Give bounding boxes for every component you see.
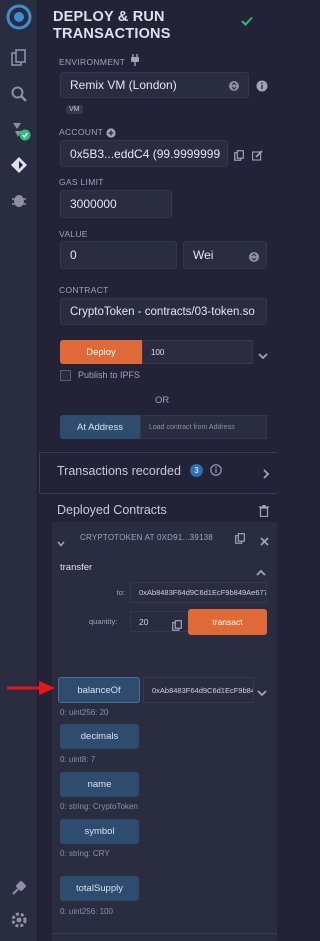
- divider: [39, 452, 277, 453]
- chevron-down-icon[interactable]: [57, 534, 65, 552]
- to-param-input[interactable]: 0xAb8483F64d9C6d1EcF9b849Ae677dD3315835c…: [130, 582, 267, 603]
- deploy-run-panel: DEPLOY & RUN TRANSACTIONS ENVIRONMENT Re…: [39, 0, 277, 941]
- deploy-args-input[interactable]: 100: [142, 340, 253, 364]
- copy-address-icon[interactable]: [235, 531, 245, 549]
- load-contract-address-input[interactable]: Load contract from Address: [140, 415, 267, 439]
- decimals-button[interactable]: decimals: [60, 724, 139, 749]
- file-explorer-icon[interactable]: [7, 46, 31, 70]
- deploy-run-icon[interactable]: [7, 153, 31, 177]
- account-label: ACCOUNT: [59, 127, 104, 137]
- environment-select[interactable]: Remix VM (London): [60, 72, 249, 98]
- deploy-button[interactable]: Deploy: [60, 340, 142, 364]
- plugin-manager-icon[interactable]: [7, 876, 31, 900]
- environment-label: ENVIRONMENT: [59, 57, 126, 67]
- contract-label: CONTRACT: [59, 285, 109, 295]
- transactions-count-badge: 3: [190, 464, 203, 477]
- info-circle-icon[interactable]: [210, 463, 222, 481]
- trash-icon[interactable]: [259, 504, 269, 522]
- at-address-button[interactable]: At Address: [60, 415, 140, 439]
- chevron-up-icon[interactable]: [256, 563, 266, 581]
- check-icon: [241, 13, 253, 31]
- name-output: 0: string: CryptoToken: [60, 802, 138, 811]
- settings-gear-icon[interactable]: [7, 908, 31, 932]
- icon-sidebar: [0, 0, 38, 941]
- gas-limit-input[interactable]: 3000000: [60, 190, 172, 218]
- balanceof-output: 0: uint256: 20: [60, 708, 109, 717]
- value-amount-input[interactable]: 0: [60, 241, 177, 269]
- symbol-button[interactable]: symbol: [60, 819, 139, 844]
- publish-ipfs-checkbox[interactable]: [60, 370, 71, 381]
- remix-logo-icon[interactable]: [5, 3, 33, 31]
- select-arrows-icon: [249, 250, 259, 268]
- decimals-output: 0: uint8: 7: [60, 755, 96, 764]
- copy-icon[interactable]: [234, 148, 244, 166]
- vm-badge: VM: [66, 105, 83, 114]
- search-icon[interactable]: [7, 82, 31, 106]
- chevron-down-icon[interactable]: [258, 347, 268, 365]
- to-param-label: to:: [116, 588, 125, 597]
- quantity-param-label: quantity:: [89, 617, 118, 626]
- solidity-compiler-icon[interactable]: [7, 119, 31, 143]
- edit-icon[interactable]: [252, 148, 263, 166]
- panel-title: DEPLOY & RUN TRANSACTIONS: [53, 9, 171, 42]
- name-button[interactable]: name: [60, 772, 139, 797]
- gas-limit-label: GAS LIMIT: [59, 177, 104, 187]
- transact-button[interactable]: transact: [188, 609, 267, 635]
- divider: [52, 933, 277, 934]
- red-arrow-annotation: [6, 680, 56, 701]
- divider-left: [39, 452, 40, 493]
- debugger-icon[interactable]: [7, 188, 31, 212]
- totalsupply-button[interactable]: totalSupply: [60, 876, 139, 901]
- deployed-contracts-label: Deployed Contracts: [57, 503, 167, 517]
- totalsupply-output: 0: uint256: 100: [60, 907, 113, 916]
- info-icon[interactable]: [256, 79, 268, 97]
- divider: [39, 493, 277, 494]
- value-label: VALUE: [59, 229, 88, 239]
- plug-icon: [130, 53, 140, 71]
- close-icon[interactable]: [260, 533, 269, 551]
- select-arrows-icon: [229, 79, 239, 97]
- chevron-down-icon[interactable]: [257, 684, 267, 702]
- publish-ipfs-label: Publish to IPFS: [78, 370, 141, 380]
- chevron-right-icon[interactable]: [263, 466, 270, 484]
- or-separator: OR: [155, 395, 170, 406]
- balanceof-button[interactable]: balanceOf: [58, 677, 140, 703]
- symbol-output: 0: string: CRY: [60, 849, 110, 858]
- balanceof-address-input[interactable]: 0xAb8483F64d9C6d1EcF9b849Ae677dD3315835c…: [143, 677, 254, 703]
- contract-instance-title: CRYPTOTOKEN AT 0XD91...39138: [80, 533, 213, 542]
- transactions-recorded-label[interactable]: Transactions recorded: [57, 464, 181, 478]
- transfer-function-label: transfer: [60, 562, 93, 573]
- contract-select[interactable]: CryptoToken - contracts/03-token.so: [60, 298, 267, 325]
- account-select[interactable]: 0x5B3...eddC4 (99.9999999: [60, 140, 228, 167]
- copy-calldata-icon[interactable]: [172, 618, 182, 636]
